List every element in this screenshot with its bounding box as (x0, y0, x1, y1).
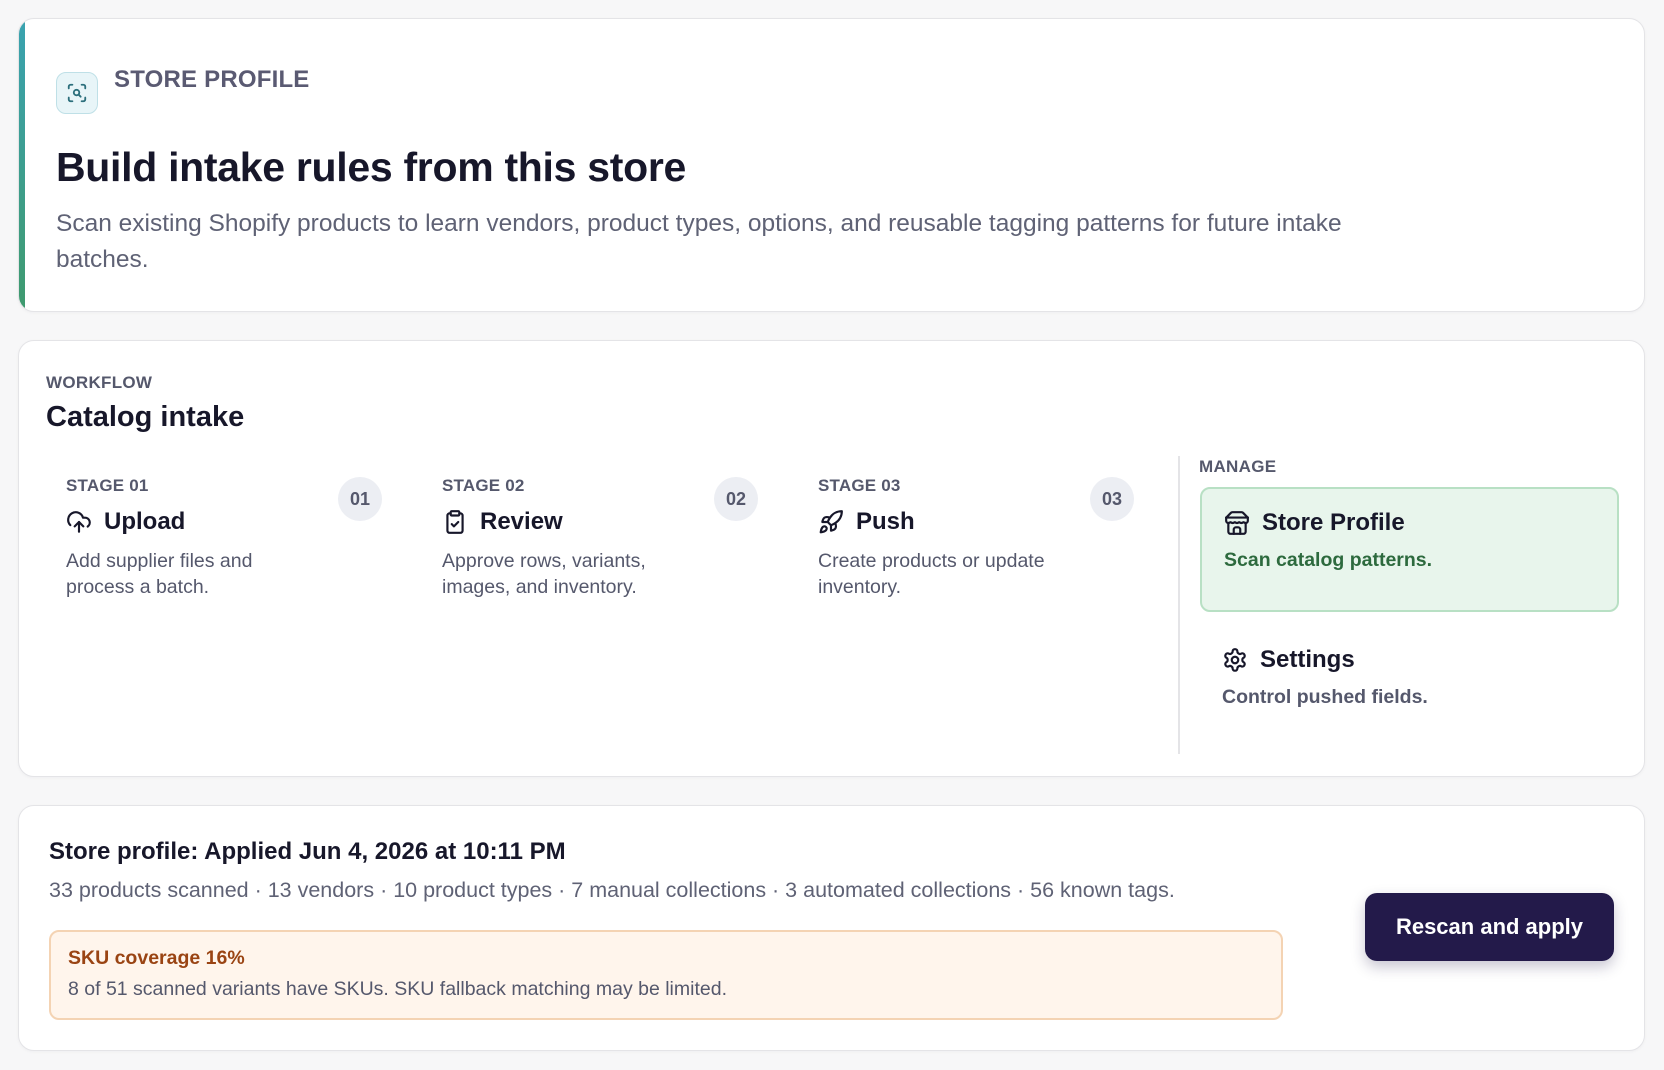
stage-number-badge: 02 (714, 477, 758, 521)
warning-description: 8 of 51 scanned variants have SKUs. SKU … (68, 978, 727, 1000)
workflow-title: Catalog intake (46, 401, 245, 433)
gear-icon (1222, 647, 1248, 673)
clipboard-check-icon (442, 509, 468, 535)
stage-description: Add supplier files and process a batch. (66, 550, 253, 598)
stage-title: Push (856, 508, 915, 535)
manage-item-store-profile[interactable]: Store Profile Scan catalog patterns. (1200, 487, 1619, 612)
cloud-upload-icon (66, 509, 92, 535)
stage-number-badge: 03 (1090, 477, 1134, 521)
manage-item-settings[interactable]: Settings Control pushed fields. (1200, 626, 1619, 736)
rocket-icon (818, 509, 844, 535)
workflow-card: WORKFLOW Catalog intake STAGE 01 Upload … (18, 340, 1645, 777)
stage-description: Create products or update inventory. (818, 550, 1045, 598)
manage-item-title: Store Profile (1262, 509, 1405, 536)
stage-number-badge: 01 (338, 477, 382, 521)
hero-eyebrow: STORE PROFILE (114, 66, 310, 93)
store-profile-status-card: Store profile: Applied Jun 4, 2026 at 10… (18, 805, 1645, 1051)
page-title: Build intake rules from this store (56, 144, 686, 190)
stage-title: Review (480, 508, 563, 535)
manage-item-title: Settings (1260, 646, 1355, 673)
warning-title: SKU coverage 16% (68, 947, 245, 969)
accent-bar (19, 19, 25, 311)
manage-label: MANAGE (1199, 457, 1277, 476)
manage-item-description: Scan catalog patterns. (1224, 549, 1433, 571)
store-profile-header-card: STORE PROFILE Build intake rules from th… (18, 18, 1645, 312)
status-title: Store profile: Applied Jun 4, 2026 at 10… (49, 838, 566, 865)
workflow-eyebrow: WORKFLOW (46, 373, 153, 392)
sku-coverage-warning: SKU coverage 16% 8 of 51 scanned variant… (49, 930, 1283, 1020)
rescan-and-apply-button[interactable]: Rescan and apply (1365, 893, 1614, 961)
status-summary: 33 products scanned · 13 vendors · 10 pr… (49, 878, 1175, 902)
scan-search-icon (56, 72, 98, 114)
stage-description: Approve rows, variants, images, and inve… (442, 550, 646, 598)
divider (1178, 456, 1180, 754)
page-description: Scan existing Shopify products to learn … (56, 210, 1342, 273)
stage-title: Upload (104, 508, 186, 535)
manage-item-description: Control pushed fields. (1222, 686, 1428, 708)
store-icon (1224, 510, 1250, 536)
